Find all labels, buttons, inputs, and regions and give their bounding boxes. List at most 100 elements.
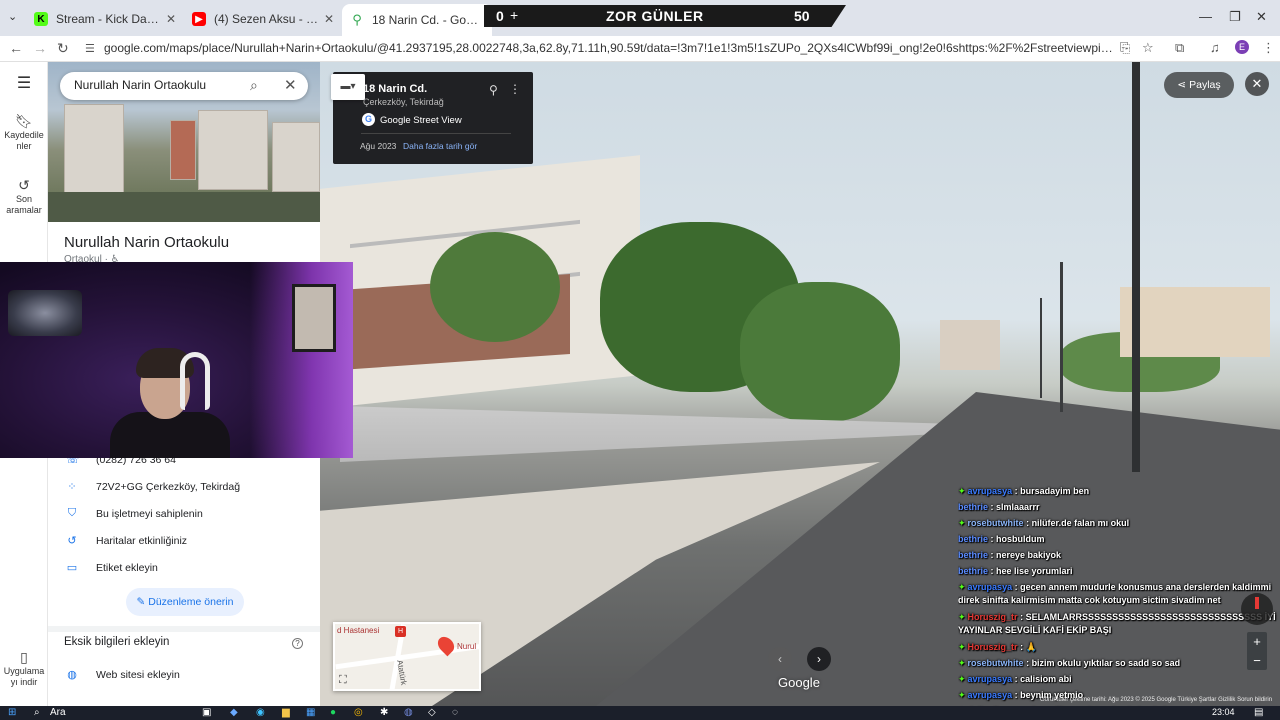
tab-list-chevron-icon[interactable]: ⌄: [8, 10, 17, 23]
back-icon[interactable]: ←: [9, 40, 23, 56]
info-row-maps-activity[interactable]: ↺ Haritalar etkinliğiniz: [48, 532, 320, 552]
search-input[interactable]: [74, 78, 244, 92]
search-icon[interactable]: ⌕: [250, 77, 258, 94]
more-dates-link[interactable]: Daha fazla tarih gör: [403, 141, 477, 151]
shield-check-icon: ⛉: [67, 507, 77, 519]
close-tab-icon[interactable]: ✕: [320, 12, 334, 26]
chat-username[interactable]: bethrie: [958, 566, 988, 576]
expand-icon[interactable]: ⛶: [339, 674, 347, 687]
app-icon[interactable]: ◇: [428, 706, 436, 720]
chat-text: nilüfer.de falan mı okul: [1031, 518, 1130, 528]
chat-username[interactable]: avrupasya: [968, 486, 1013, 496]
compass-icon[interactable]: [1241, 593, 1273, 625]
reload-icon[interactable]: ↻: [57, 40, 69, 57]
taskbar-search[interactable]: Ara: [50, 706, 66, 720]
divider: [48, 626, 320, 632]
info-text: Haritalar etkinliğiniz: [96, 535, 188, 547]
new-tab-button[interactable]: +: [510, 7, 518, 23]
background-lamp: [8, 290, 82, 336]
install-app-icon[interactable]: ⎘: [1120, 40, 1130, 56]
chat-text: hosbuldum: [996, 534, 1045, 544]
rail-recent[interactable]: ↺ Son aramalar: [0, 178, 48, 216]
close-icon[interactable]: ✕: [284, 76, 297, 94]
next-photo-icon[interactable]: ›: [807, 647, 831, 671]
chat-username[interactable]: rosebutwhite: [968, 658, 1024, 668]
chat-message: bethrie : slmlaaarrr: [958, 499, 1278, 515]
zoom-in-icon[interactable]: +: [1247, 632, 1267, 651]
chat-badge-icon: ✦: [958, 612, 966, 622]
obs-icon[interactable]: ◌: [452, 706, 458, 720]
chat-username[interactable]: bethrie: [958, 534, 988, 544]
zoom-out-icon[interactable]: −: [1247, 651, 1267, 670]
phone-icon: ▯: [20, 649, 28, 665]
clock[interactable]: 23:04: [1212, 707, 1235, 717]
edge-icon[interactable]: ◉: [256, 706, 265, 720]
share-button[interactable]: ⋖ Paylaş: [1164, 72, 1234, 98]
chat-badge-icon: ✦: [958, 582, 966, 592]
folder-icon[interactable]: ▆: [282, 706, 290, 720]
media-control-icon[interactable]: ♫: [1210, 40, 1220, 55]
minimize-icon[interactable]: —: [1199, 9, 1212, 24]
site-info-icon[interactable]: ☰: [85, 42, 95, 55]
bookmark-star-icon[interactable]: ☆: [1142, 40, 1154, 56]
photo-building: [64, 104, 124, 194]
close-street-view-icon[interactable]: ✕: [1245, 72, 1269, 96]
task-view-icon[interactable]: ▣: [202, 706, 211, 720]
suggest-edit-button[interactable]: ✎ Düzenleme önerin: [126, 588, 244, 616]
button-label: Düzenleme önerin: [148, 596, 234, 608]
info-row-claim-business[interactable]: ⛉ Bu işletmeyi sahiplenin: [48, 505, 320, 525]
tab-kick-dashboard[interactable]: K Stream - Kick Dashboard ✕: [26, 6, 184, 32]
chat-username[interactable]: avrupasya: [968, 582, 1013, 592]
chrome-icon[interactable]: ◎: [354, 706, 363, 720]
app-icon[interactable]: ✱: [380, 706, 388, 720]
search-icon[interactable]: ⌕: [34, 706, 40, 720]
chat-username[interactable]: avrupasya: [968, 674, 1013, 684]
rail-get-app[interactable]: ▯ Uygulama yı indir: [0, 649, 48, 688]
location-pin-icon[interactable]: ⚲: [489, 83, 498, 97]
browser-menu-icon[interactable]: ⋮: [1262, 40, 1275, 56]
close-window-icon[interactable]: ✕: [1256, 9, 1267, 25]
collapse-panel-button[interactable]: ▬▾: [331, 74, 365, 100]
profile-avatar[interactable]: E: [1235, 40, 1249, 54]
chat-username[interactable]: Horuszig_tr: [968, 642, 1018, 652]
discord-icon[interactable]: ◍: [404, 706, 413, 720]
overlay-title: ZOR GÜNLER: [606, 8, 704, 24]
search-box[interactable]: ⌕ ✕: [60, 72, 308, 100]
chat-username[interactable]: bethrie: [958, 502, 988, 512]
tree: [430, 232, 560, 342]
help-icon[interactable]: ?: [292, 638, 303, 649]
prev-photo-icon[interactable]: ‹: [768, 647, 792, 671]
menu-hamburger-icon[interactable]: ☰: [0, 76, 48, 92]
chat-separator: :: [988, 550, 997, 560]
rail-saved[interactable]: 🔖︎ Kaydedile nler: [0, 114, 48, 152]
more-options-icon[interactable]: ⋮: [509, 82, 521, 96]
spotify-icon[interactable]: ●: [330, 706, 336, 720]
maximize-icon[interactable]: ❐: [1229, 9, 1241, 25]
store-icon[interactable]: ▦: [306, 706, 315, 720]
sv-date: Ağu 2023: [360, 141, 397, 151]
google-watermark: Google: [778, 675, 820, 690]
chat-separator: :: [1023, 518, 1032, 528]
place-title: Nurullah Narin Ortaokulu: [64, 234, 230, 251]
extensions-icon[interactable]: ⧉: [1175, 40, 1184, 56]
chat-username[interactable]: avrupasya: [968, 690, 1013, 700]
app-icon[interactable]: ◆: [230, 706, 238, 720]
chat-username[interactable]: Horuszig_tr: [968, 612, 1018, 622]
chat-username[interactable]: bethrie: [958, 550, 988, 560]
start-icon[interactable]: ⊞: [8, 706, 16, 720]
chat-username[interactable]: rosebutwhite: [968, 518, 1024, 528]
info-row-add-label[interactable]: ▭ Etiket ekleyin: [48, 559, 320, 579]
info-row-add-website[interactable]: ◍ Web sitesi ekleyin: [48, 666, 320, 686]
url-field[interactable]: google.com/maps/place/Nurullah+Narin+Ort…: [104, 41, 1114, 55]
close-tab-icon[interactable]: ✕: [162, 12, 176, 26]
notification-icon[interactable]: ▤: [1254, 706, 1263, 720]
info-row-plus-code[interactable]: ⁘ 72V2+GG Çerkezköy, Tekirdağ: [48, 478, 320, 498]
forward-icon[interactable]: →: [33, 40, 47, 56]
youtube-icon: ▶: [192, 12, 206, 26]
minimap[interactable]: H d Hastanesi Atatürk Nurul ⛶: [333, 622, 481, 691]
chat-message: ✦ avrupasya : calisiom abi: [958, 671, 1278, 687]
tab-youtube[interactable]: ▶ (4) Sezen Aksu - İkili Delilik ( Alb ✕: [184, 6, 342, 32]
chat-badge-icon: ✦: [958, 674, 966, 684]
tab-google-maps[interactable]: ⚲ 18 Narin Cd. - Google Haritalar: [342, 4, 492, 36]
map-attribution: Görüntüler çekilme tarihi: Ağu 2023 © 20…: [1040, 697, 1273, 703]
